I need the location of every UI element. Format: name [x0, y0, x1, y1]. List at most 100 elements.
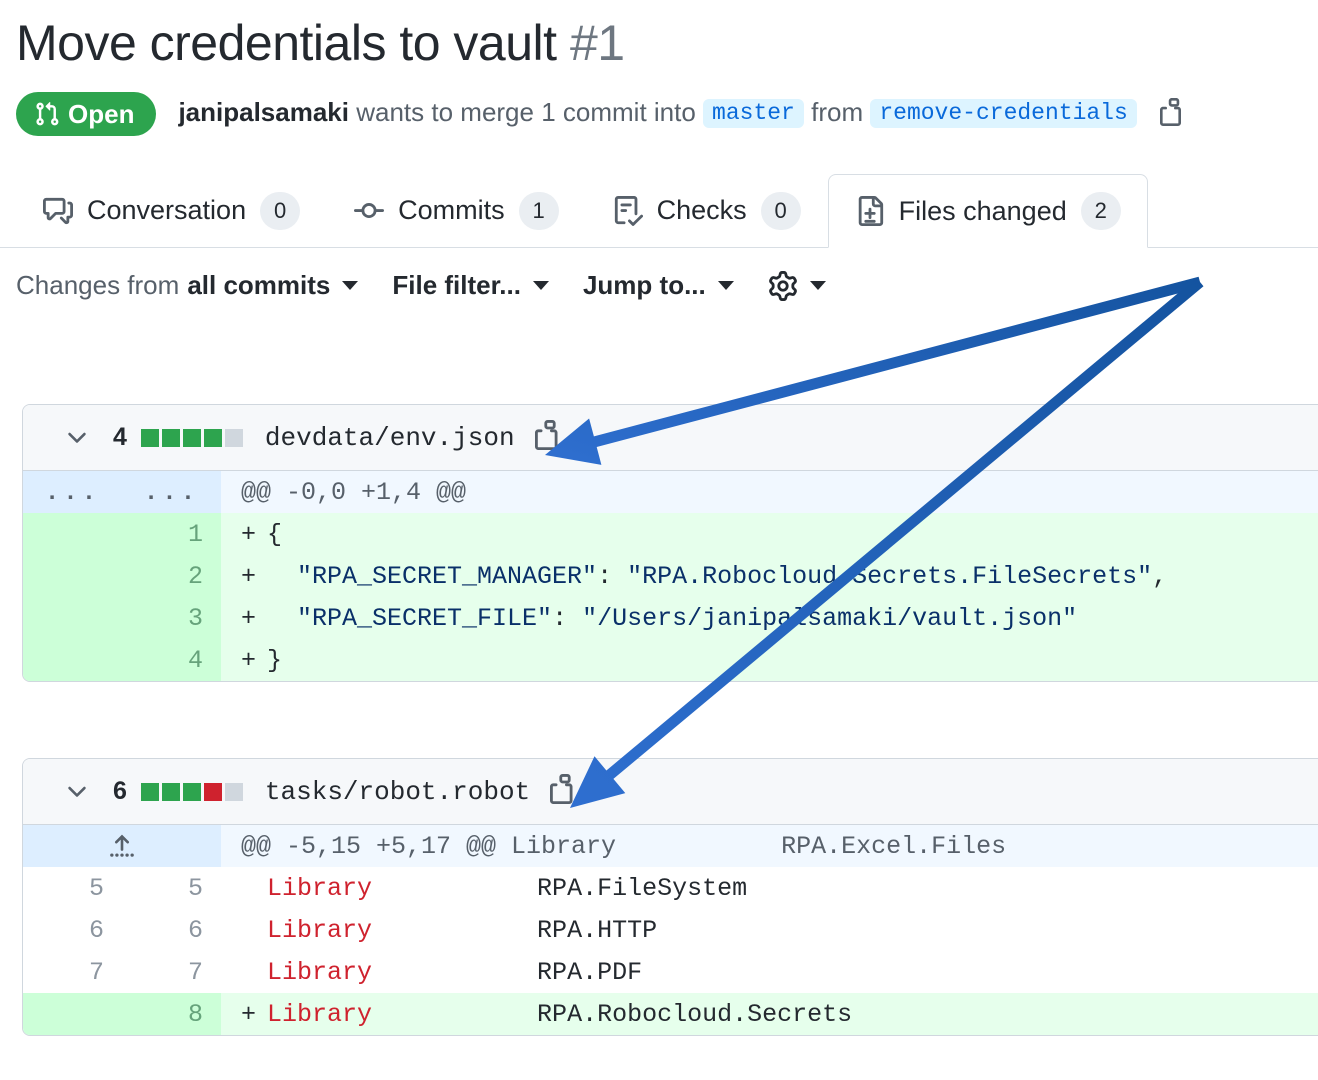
git-pull-request-icon	[34, 101, 60, 127]
jump-to-dropdown[interactable]: Jump to...	[583, 270, 734, 301]
diff-line-row: 8+Library RPA.Robocloud.Secrets	[23, 993, 1318, 1035]
line-number-new: 7	[122, 951, 221, 993]
diffstat-block-add	[141, 783, 159, 801]
line-number-new: 2	[122, 555, 221, 597]
diff-line-code: +Library RPA.Robocloud.Secrets	[221, 993, 1318, 1035]
diff-marker	[241, 916, 267, 945]
diffstat-block-add	[183, 429, 201, 447]
file-filter-label: File filter...	[392, 270, 521, 301]
tab-counter: 1	[519, 192, 559, 230]
hunk-line-new: ...	[122, 471, 221, 513]
diff-line-row: 4+}	[23, 639, 1318, 681]
diff-change-count: 6	[113, 777, 127, 806]
tab-counter: 2	[1081, 192, 1121, 230]
diff-line-row: 55 Library RPA.FileSystem	[23, 867, 1318, 909]
diff-hunk-row: ......@@ -0,0 +1,4 @@	[23, 471, 1318, 513]
diff-file-header: 4devdata/env.json	[23, 405, 1318, 471]
merge-text-1: wants to merge 1 commit into	[356, 97, 696, 127]
changes-from-dropdown[interactable]: Changes from all commits	[16, 270, 358, 301]
chevron-down-icon	[533, 281, 549, 290]
chevron-down-icon	[718, 281, 734, 290]
diff-marker: +	[241, 646, 267, 675]
line-number-old	[23, 513, 122, 555]
merge-text-2: from	[811, 97, 863, 127]
merge-description: janipalsamaki wants to merge 1 commit in…	[178, 98, 1188, 130]
tab-label: Commits	[398, 195, 505, 226]
diff-marker: +	[241, 1000, 267, 1029]
tab-commits[interactable]: Commits 1	[327, 173, 586, 247]
line-number-new: 1	[122, 513, 221, 555]
pr-tabnav: Conversation 0 Commits 1 Checks 0 Files change…	[0, 170, 1318, 248]
diff-line-code: Library RPA.FileSystem	[221, 867, 1318, 909]
diffstat	[141, 429, 243, 447]
diff-line-row: 77 Library RPA.PDF	[23, 951, 1318, 993]
copy-path-button[interactable]	[550, 774, 580, 809]
diff-file-path[interactable]: tasks/robot.robot	[265, 777, 530, 807]
diff-table: @@ -5,15 +5,17 @@ Library RPA.Excel.File…	[23, 825, 1318, 1035]
diff-line-code: +}	[221, 639, 1318, 681]
pr-title-text: Move credentials to vault	[16, 15, 557, 71]
line-number-new: 6	[122, 909, 221, 951]
diffstat-block-add	[162, 429, 180, 447]
diff-line-code: + "RPA_SECRET_FILE": "/Users/janipalsama…	[221, 597, 1318, 639]
tab-label: Checks	[657, 195, 747, 226]
line-number-old: 7	[23, 951, 122, 993]
line-number-old	[23, 993, 122, 1035]
tab-counter: 0	[761, 192, 801, 230]
checklist-icon	[613, 196, 643, 226]
tab-checks[interactable]: Checks 0	[586, 173, 828, 247]
chevron-down-icon	[810, 281, 826, 290]
hunk-line-old: ...	[23, 471, 122, 513]
diffstat-block-add	[162, 783, 180, 801]
diff-hunk-row: @@ -5,15 +5,17 @@ Library RPA.Excel.File…	[23, 825, 1318, 867]
diff-line-row: 3+ "RPA_SECRET_FILE": "/Users/janipalsam…	[23, 597, 1318, 639]
pr-author[interactable]: janipalsamaki	[178, 97, 349, 127]
changes-from-label: Changes from	[16, 270, 179, 301]
diff-table: ......@@ -0,0 +1,4 @@1+{2+ "RPA_SECRET_M…	[23, 471, 1318, 681]
diffstat-block-neutral	[225, 429, 243, 447]
status-badge: Open	[16, 92, 156, 136]
diff-line-code: +{	[221, 513, 1318, 555]
diffstat-block-add	[204, 429, 222, 447]
tab-counter: 0	[260, 192, 300, 230]
diff-marker	[241, 958, 267, 987]
base-branch-chip[interactable]: master	[703, 99, 804, 128]
hunk-header-text: @@ -5,15 +5,17 @@ Library RPA.Excel.File…	[221, 825, 1318, 867]
file-filter-dropdown[interactable]: File filter...	[392, 270, 549, 301]
tab-files-changed[interactable]: Files changed 2	[828, 174, 1148, 248]
expand-up-icon	[23, 832, 221, 860]
tab-label: Files changed	[899, 196, 1067, 227]
comment-discussion-icon	[43, 196, 73, 226]
tab-list: Conversation 0 Commits 1 Checks 0 Files change…	[16, 170, 1318, 247]
copy-path-button[interactable]	[535, 420, 565, 455]
tab-conversation[interactable]: Conversation 0	[16, 173, 327, 247]
file-diff-icon	[855, 196, 885, 226]
line-number-old: 6	[23, 909, 122, 951]
chevron-down-icon[interactable]	[63, 424, 91, 452]
status-badge-label: Open	[68, 101, 134, 127]
diff-marker: +	[241, 562, 267, 591]
clipboard-icon	[1160, 98, 1188, 130]
chevron-down-icon[interactable]	[63, 778, 91, 806]
diffstat	[141, 783, 243, 801]
diff-line-code: Library RPA.PDF	[221, 951, 1318, 993]
line-number-new: 5	[122, 867, 221, 909]
diff-file-path[interactable]: devdata/env.json	[265, 423, 515, 453]
line-number-old: 5	[23, 867, 122, 909]
diff-line-row: 66 Library RPA.HTTP	[23, 909, 1318, 951]
diff-marker: +	[241, 520, 267, 549]
diff-file-panel: 4devdata/env.json......@@ -0,0 +1,4 @@1+…	[22, 404, 1318, 682]
expand-hunk-button[interactable]	[23, 825, 221, 867]
head-branch-chip[interactable]: remove-credentials	[870, 99, 1136, 128]
tab-label: Conversation	[87, 195, 246, 226]
line-number-old	[23, 639, 122, 681]
copy-branch-button[interactable]	[1160, 98, 1188, 130]
line-number-new: 3	[122, 597, 221, 639]
diffstat-block-add	[141, 429, 159, 447]
diff-line-row: 2+ "RPA_SECRET_MANAGER": "RPA.Robocloud.…	[23, 555, 1318, 597]
diff-marker	[241, 874, 267, 903]
diff-file-panel: 6 tasks/robot.robot @@ -5,15 +5,17 @@ Libr…	[22, 758, 1318, 1036]
diff-settings-dropdown[interactable]	[768, 271, 826, 301]
diff-file-header: 6 tasks/robot.robot	[23, 759, 1318, 825]
line-number-old	[23, 597, 122, 639]
